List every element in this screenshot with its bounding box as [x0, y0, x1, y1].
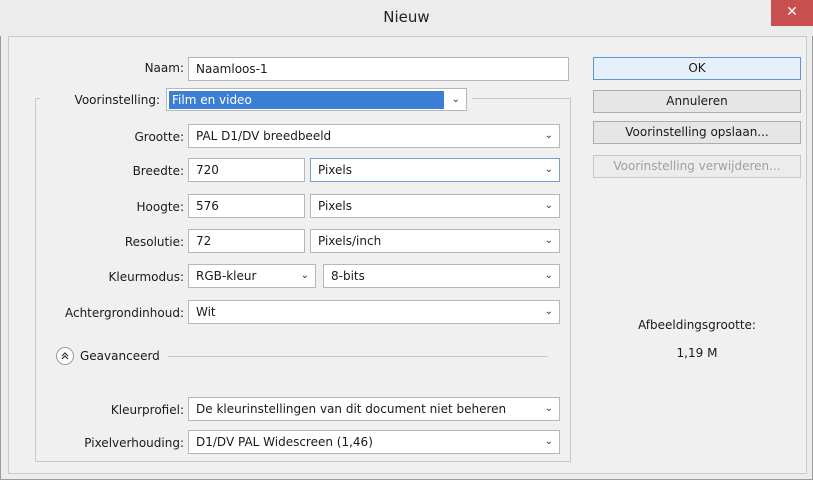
- ok-button[interactable]: OK: [593, 57, 801, 80]
- collapse-chevrons-icon[interactable]: [56, 347, 74, 365]
- preset-label: Voorinstelling:: [74, 93, 160, 107]
- chevron-down-icon: ⌄: [544, 130, 553, 141]
- background-value: Wit: [196, 305, 216, 319]
- size-select[interactable]: PAL D1/DV breedbeeld ⌄: [188, 124, 560, 148]
- dialog-title: Nieuw: [383, 8, 430, 26]
- close-button[interactable]: ✕: [771, 0, 813, 26]
- chevron-down-icon: ⌄: [544, 436, 553, 447]
- width-input[interactable]: 720: [188, 158, 305, 182]
- image-size-label: Afbeeldingsgrootte:: [638, 318, 756, 332]
- name-label: Naam:: [144, 61, 184, 75]
- height-unit-select[interactable]: Pixels ⌄: [310, 194, 560, 218]
- pixel-aspect-select[interactable]: D1/DV PAL Widescreen (1,46) ⌄: [188, 430, 560, 454]
- bit-depth-select[interactable]: 8-bits ⌄: [323, 264, 560, 288]
- size-label: Grootte:: [134, 130, 185, 144]
- delete-preset-button: Voorinstelling verwijderen...: [593, 155, 801, 178]
- bit-depth-value: 8-bits: [331, 269, 365, 283]
- preset-value: Film en video: [169, 91, 444, 109]
- size-value: PAL D1/DV breedbeeld: [196, 129, 332, 143]
- pixel-aspect-label: Pixelverhouding:: [84, 436, 184, 450]
- resolution-unit-select[interactable]: Pixels/inch ⌄: [310, 229, 560, 253]
- cancel-button[interactable]: Annuleren: [593, 90, 801, 113]
- height-unit-value: Pixels: [318, 199, 353, 213]
- chevron-down-icon: ⌄: [544, 306, 553, 317]
- background-select[interactable]: Wit ⌄: [188, 300, 560, 324]
- resolution-unit-value: Pixels/inch: [318, 234, 382, 248]
- chevron-down-icon: ⌄: [544, 235, 553, 246]
- preset-select[interactable]: Film en video ⌄: [166, 88, 467, 111]
- advanced-toggle-label[interactable]: Geavanceerd: [80, 349, 170, 363]
- width-unit-value: Pixels: [318, 163, 353, 177]
- advanced-divider: [168, 356, 548, 357]
- name-input[interactable]: Naamloos-1: [188, 57, 569, 81]
- height-input[interactable]: 576: [188, 194, 305, 218]
- chevron-down-icon: ⌄: [300, 270, 309, 281]
- background-label: Achtergrondinhoud:: [64, 306, 184, 320]
- color-profile-select[interactable]: De kleurinstellingen van dit document ni…: [188, 397, 560, 421]
- width-label: Breedte:: [132, 164, 184, 178]
- color-mode-label: Kleurmodus:: [108, 270, 184, 284]
- chevron-down-icon: ⌄: [544, 270, 553, 281]
- pixel-aspect-value: D1/DV PAL Widescreen (1,46): [196, 435, 373, 449]
- color-profile-value: De kleurinstellingen van dit document ni…: [196, 402, 507, 416]
- chevron-down-icon: ⌄: [451, 94, 460, 105]
- image-size-value: 1,19 M: [676, 346, 718, 360]
- chevron-down-icon: ⌄: [544, 200, 553, 211]
- resolution-input[interactable]: 72: [188, 229, 305, 253]
- color-mode-value: RGB-kleur: [196, 269, 257, 283]
- resolution-label: Resolutie:: [124, 235, 184, 249]
- color-mode-select[interactable]: RGB-kleur ⌄: [188, 264, 316, 288]
- color-profile-label: Kleurprofiel:: [110, 403, 184, 417]
- save-preset-button[interactable]: Voorinstelling opslaan...: [593, 121, 801, 144]
- chevron-down-icon: ⌄: [544, 403, 553, 414]
- width-unit-select[interactable]: Pixels ⌄: [310, 158, 560, 182]
- height-label: Hoogte:: [136, 200, 184, 214]
- chevron-down-icon: ⌄: [544, 164, 553, 175]
